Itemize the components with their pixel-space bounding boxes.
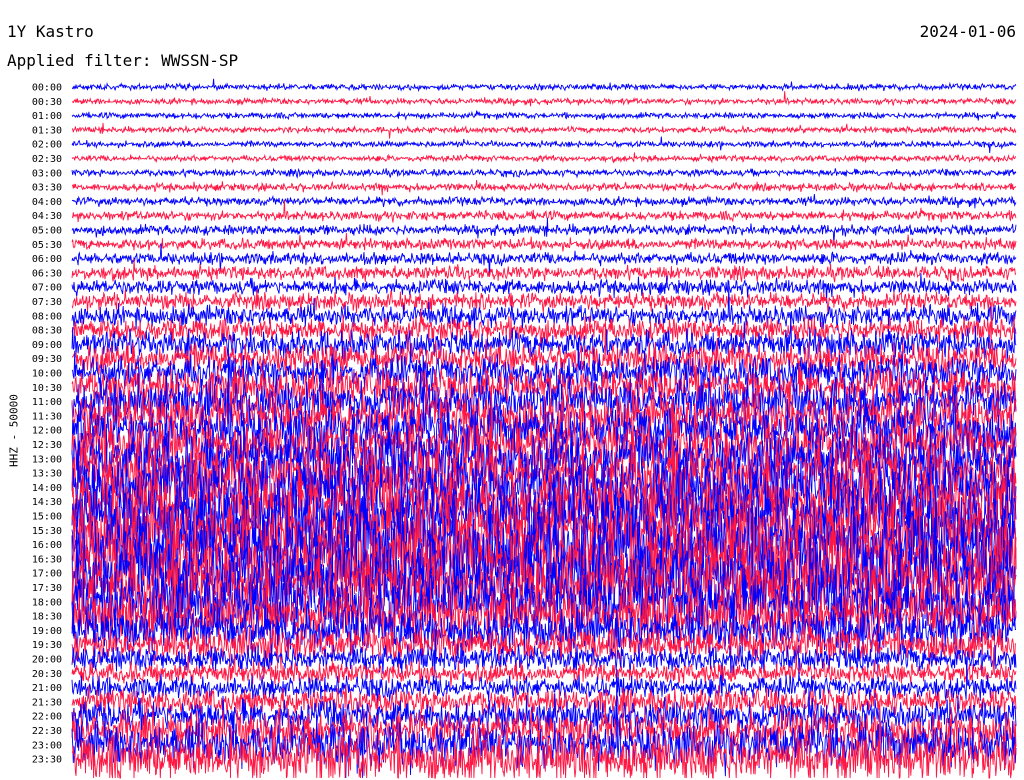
row-label-2130: 21:30: [32, 697, 62, 708]
trace-0300: [71, 167, 1017, 179]
row-label-1030: 10:30: [32, 383, 62, 394]
row-label-1430: 14:30: [32, 497, 62, 508]
trace-0730: [71, 289, 1017, 314]
row-label-0530: 05:30: [32, 240, 62, 251]
helicorder-plot: 00:00 00:30 01:00 01:30 02:00 02:30 03:00 03:30…: [32, 78, 1017, 780]
row-label-1130: 11:30: [32, 411, 62, 422]
row-label-1100: 11:00: [32, 397, 62, 408]
row-label-1800: 18:00: [32, 597, 62, 608]
row-label-0130: 01:30: [32, 125, 62, 136]
row-label-1530: 15:30: [32, 526, 62, 537]
row-label-1400: 14:00: [32, 483, 62, 494]
row-label-0930: 09:30: [32, 354, 62, 365]
row-label-0500: 05:00: [32, 226, 62, 237]
row-label-0000: 00:00: [32, 83, 62, 94]
trace-group: [71, 78, 1017, 780]
row-label-1200: 12:00: [32, 426, 62, 437]
row-label-2200: 22:00: [32, 712, 62, 723]
row-label-1700: 17:00: [32, 569, 62, 580]
row-label-1900: 19:00: [32, 626, 62, 637]
trace-0530: [71, 232, 1017, 252]
row-label-1500: 15:00: [32, 512, 62, 523]
row-label-2100: 21:00: [32, 683, 62, 694]
trace-0130: [71, 122, 1017, 139]
trace-0230: [71, 152, 1017, 164]
trace-0330: [71, 179, 1017, 196]
row-label-0100: 01:00: [32, 111, 62, 122]
row-label-1330: 13:30: [32, 469, 62, 480]
trace-0200: [71, 136, 1017, 154]
row-label-0230: 02:30: [32, 154, 62, 165]
row-label-2000: 20:00: [32, 655, 62, 666]
row-label-1000: 10:00: [32, 369, 62, 380]
row-label-0430: 04:30: [32, 211, 62, 222]
row-label-1830: 18:30: [32, 612, 62, 623]
row-label-1630: 16:30: [32, 554, 62, 565]
row-label-1600: 16:00: [32, 540, 62, 551]
row-label-1730: 17:30: [32, 583, 62, 594]
trace-0630: [71, 258, 1017, 283]
row-label-0200: 02:00: [32, 140, 62, 151]
row-label-0400: 04:00: [32, 197, 62, 208]
row-label-0700: 07:00: [32, 283, 62, 294]
row-label-0800: 08:00: [32, 311, 62, 322]
row-label-2300: 23:00: [32, 740, 62, 751]
row-label-0300: 03:00: [32, 168, 62, 179]
row-label-1230: 12:30: [32, 440, 62, 451]
row-label-0830: 08:30: [32, 326, 62, 337]
row-label-2030: 20:30: [32, 669, 62, 680]
row-label-0630: 06:30: [32, 268, 62, 279]
row-label-0730: 07:30: [32, 297, 62, 308]
trace-0400: [71, 193, 1017, 209]
trace-0000: [71, 78, 1017, 93]
row-label-2230: 22:30: [32, 726, 62, 737]
row-label-2330: 23:30: [32, 755, 62, 766]
trace-0030: [71, 91, 1017, 107]
row-label-1300: 13:00: [32, 454, 62, 465]
trace-0100: [71, 110, 1017, 121]
row-label-0330: 03:30: [32, 183, 62, 194]
row-label-1930: 19:30: [32, 640, 62, 651]
tick-labels: 00:00 00:30 01:00 01:30 02:00 02:30 03:00 03:30…: [32, 83, 62, 766]
row-label-0600: 06:00: [32, 254, 62, 265]
trace-0500: [71, 218, 1017, 246]
row-label-0030: 00:30: [32, 97, 62, 108]
row-label-0900: 09:00: [32, 340, 62, 351]
